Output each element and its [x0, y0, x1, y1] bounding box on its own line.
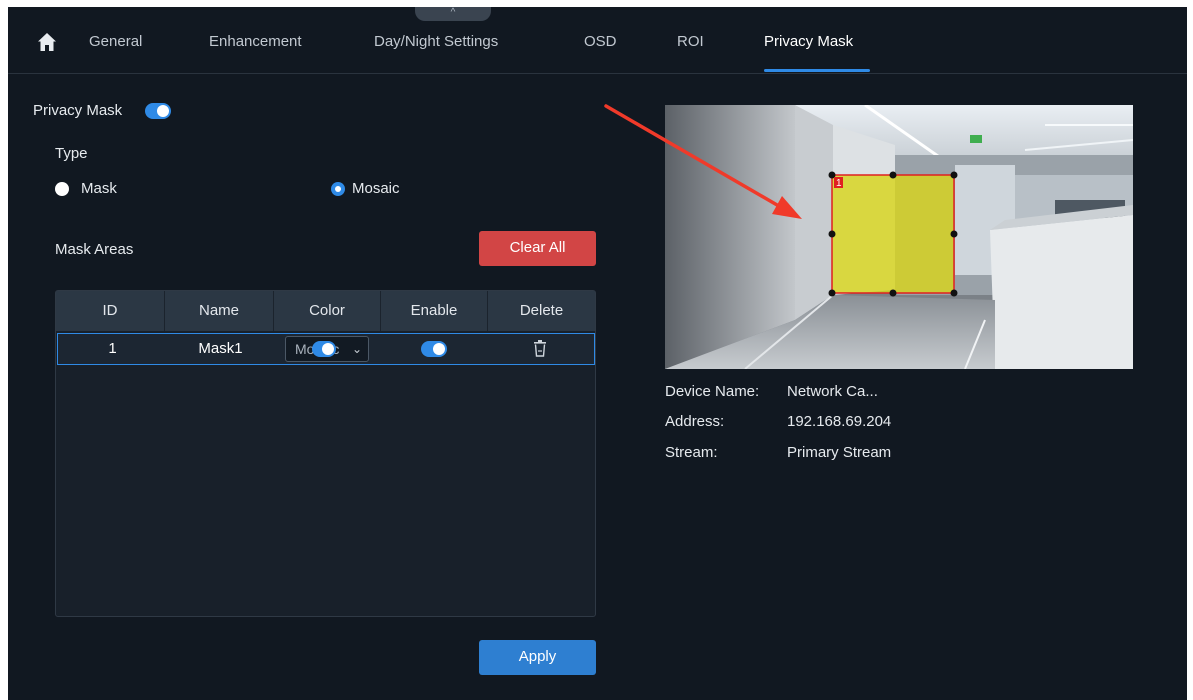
trash-icon[interactable]	[533, 340, 547, 357]
stream-value: Primary Stream	[787, 444, 892, 461]
chevron-down-icon: ⌄	[351, 342, 362, 356]
tab-general[interactable]: General	[89, 32, 142, 52]
radio-mask-label[interactable]: Mask	[81, 179, 117, 199]
mask-areas-table: ID Name Color Enable Delete 1 Mask1 Mosa…	[55, 290, 596, 617]
row-enable-toggle[interactable]	[421, 341, 447, 357]
column-header-name: Name	[165, 291, 274, 331]
tab-roi[interactable]: ROI	[677, 32, 704, 52]
tab-day-night-settings[interactable]: Day/Night Settings	[374, 32, 498, 52]
column-header-delete: Delete	[519, 302, 564, 319]
column-header-color: Color	[274, 291, 381, 331]
address-key: Address:	[665, 413, 725, 430]
mask-areas-label: Mask Areas	[55, 241, 134, 258]
privacy-mask-label: Privacy Mask	[33, 102, 123, 119]
table-row[interactable]: 1 Mask1 Mosaic ⌄	[57, 333, 595, 365]
active-tab-indicator	[764, 69, 870, 72]
top-navigation: ^ General Enhancement Day/Night Settings…	[8, 7, 1187, 74]
radio-mosaic-label[interactable]: Mosaic	[352, 179, 400, 199]
camera-scene: 1	[665, 105, 1133, 369]
overlapping-toggle	[312, 341, 336, 357]
privacy-mask-settings-window: ^ General Enhancement Day/Night Settings…	[8, 7, 1187, 700]
color-select[interactable]: Mosaic ⌄	[285, 336, 369, 362]
type-label: Type	[55, 145, 88, 162]
tab-privacy-mask[interactable]: Privacy Mask	[764, 32, 853, 52]
row-id: 1	[108, 340, 117, 357]
home-icon[interactable]	[37, 32, 57, 52]
privacy-mask-toggle[interactable]	[145, 103, 171, 119]
privacy-mask-region	[831, 174, 955, 294]
device-name-key: Device Name:	[665, 383, 760, 400]
radio-mosaic[interactable]	[331, 182, 345, 196]
device-name-value: Network Ca...	[787, 383, 878, 400]
table-header: ID Name Color Enable Delete	[56, 291, 595, 331]
radio-mask[interactable]	[55, 182, 69, 196]
camera-preview[interactable]: 1	[665, 105, 1133, 369]
stream-key: Stream:	[665, 444, 718, 461]
row-name: Mask1	[198, 340, 243, 357]
collapse-handle[interactable]: ^	[415, 7, 491, 21]
tab-osd[interactable]: OSD	[584, 32, 617, 52]
clear-all-button[interactable]: Clear All	[479, 231, 596, 266]
address-value: 192.168.69.204	[787, 413, 892, 430]
chevron-up-icon: ^	[450, 7, 456, 18]
apply-button[interactable]: Apply	[479, 640, 596, 675]
column-header-enable: Enable	[381, 291, 488, 331]
tab-enhancement[interactable]: Enhancement	[209, 32, 302, 52]
mask-region-label: 1	[836, 178, 842, 189]
column-header-id: ID	[56, 291, 165, 331]
